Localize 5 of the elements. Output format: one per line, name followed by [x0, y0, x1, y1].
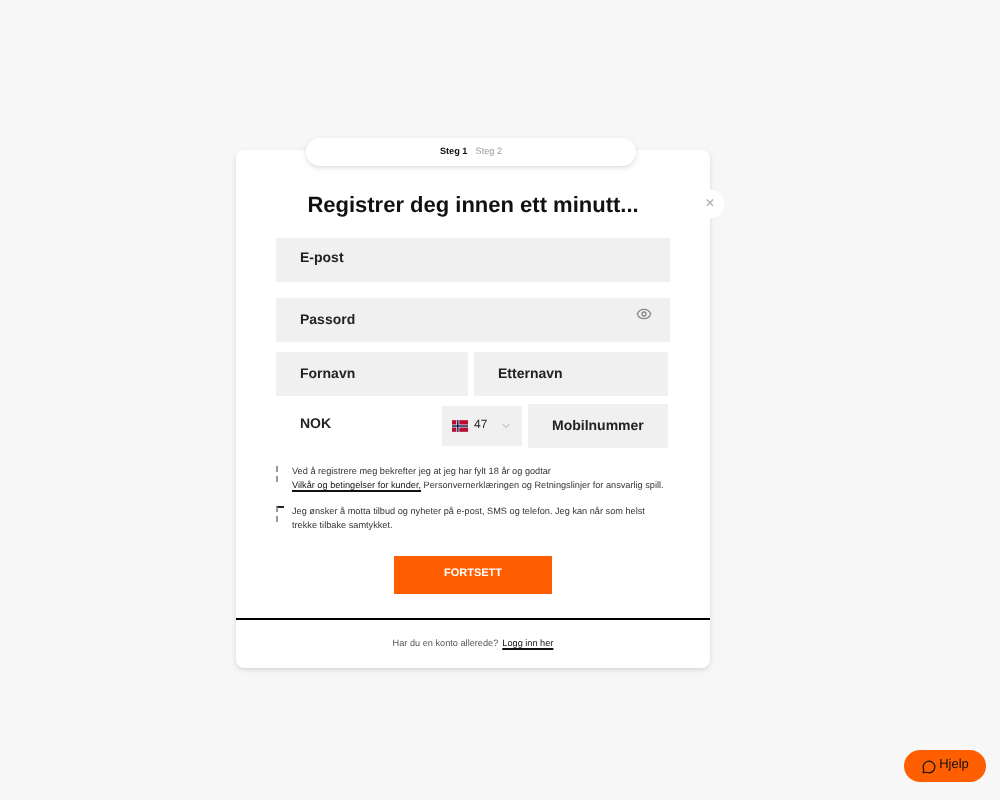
eye-icon[interactable] — [636, 305, 652, 321]
form-title: Registrer deg innen ett minutt... — [307, 192, 639, 222]
chat-bubble-icon — [921, 759, 936, 773]
chevron-down-icon — [500, 420, 512, 432]
norway-flag-icon — [452, 420, 468, 432]
